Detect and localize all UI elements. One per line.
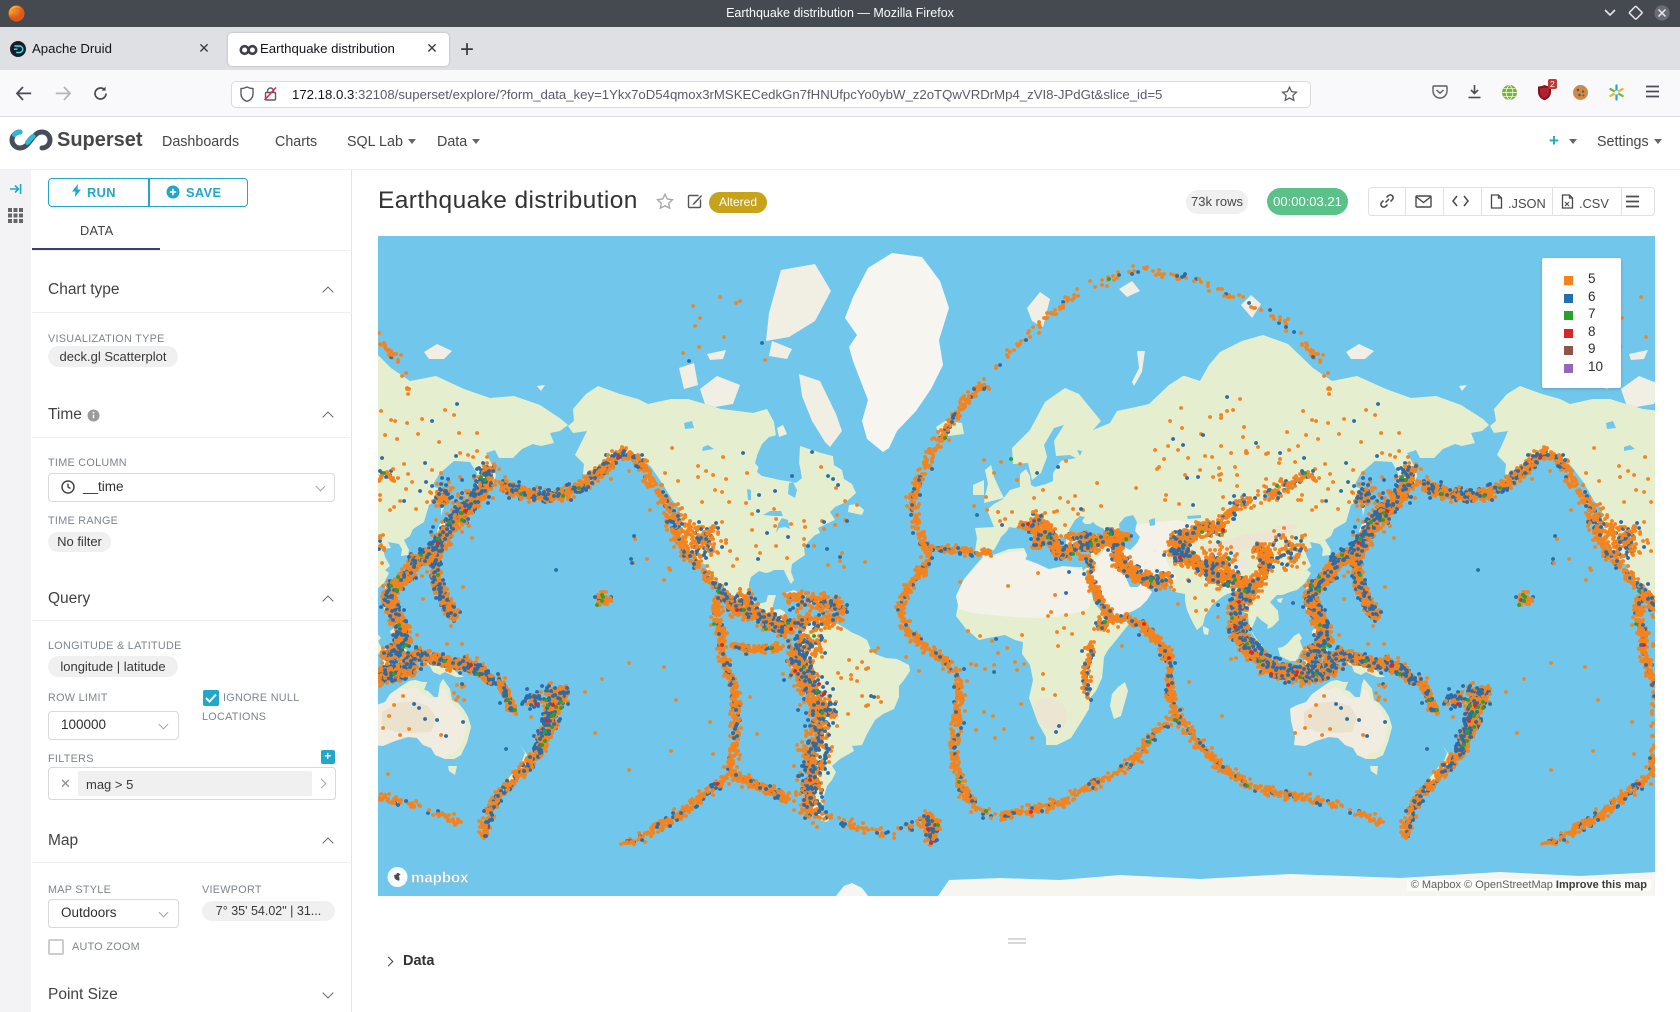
svg-text:mapbox: mapbox bbox=[411, 870, 469, 887]
